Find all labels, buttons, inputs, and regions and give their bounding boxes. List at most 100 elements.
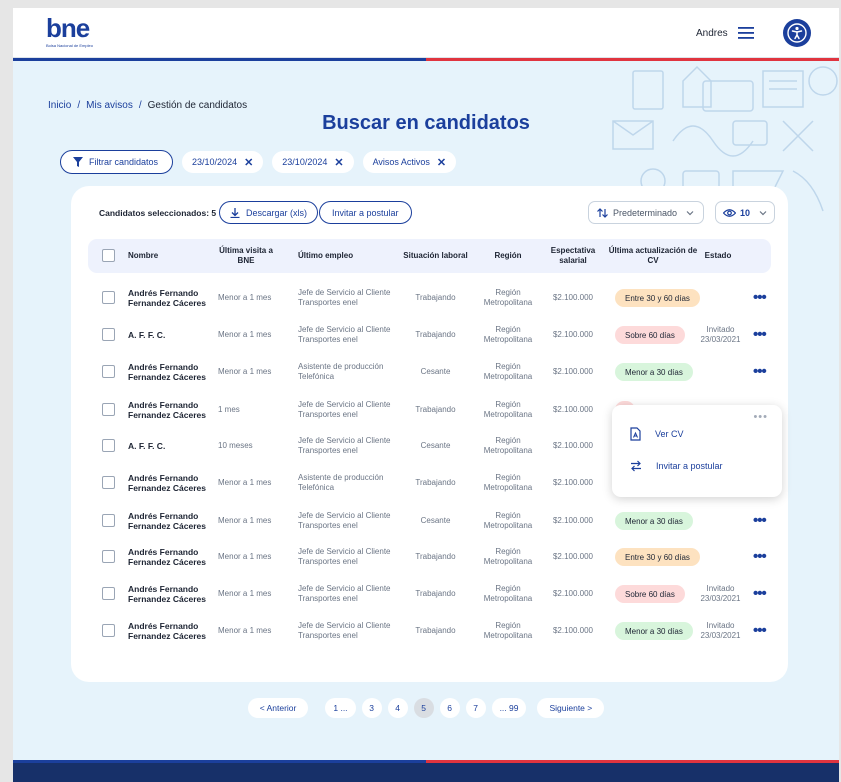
col-actualizacion-cv[interactable]: Última actualización de CV xyxy=(603,239,703,273)
candidate-name[interactable]: Andrés Fernando Fernandez Cáceres xyxy=(128,464,213,501)
page-numbers: 1 ... 3 4 5 6 7... 99 xyxy=(322,698,529,718)
more-options-icon[interactable]: ••• xyxy=(753,502,767,539)
accessibility-button[interactable] xyxy=(783,19,811,47)
candidate-name[interactable]: Andrés Fernando Fernandez Cáceres xyxy=(128,391,213,428)
last-visit: Menor a 1 mes xyxy=(218,625,272,635)
table-row[interactable]: Andrés Fernando Fernandez Cáceres Menor a… xyxy=(88,538,771,575)
col-situacion[interactable]: Situación laboral xyxy=(403,239,468,273)
region: Región Metropolitana xyxy=(483,287,533,307)
cv-update-badge: Menor a 30 días xyxy=(615,622,693,640)
sort-icon xyxy=(597,207,608,218)
row-checkbox[interactable] xyxy=(102,514,115,527)
user-name[interactable]: Andres xyxy=(696,28,728,39)
row-checkbox[interactable] xyxy=(102,439,115,452)
cv-update-badge: Entre 30 y 60 días xyxy=(615,548,700,566)
prev-page-button[interactable]: < Anterior xyxy=(247,698,309,718)
region: Región Metropolitana xyxy=(483,399,533,419)
more-options-icon[interactable]: ••• xyxy=(753,538,767,575)
more-options-icon[interactable]: ••• xyxy=(753,316,767,353)
candidate-name[interactable]: Andrés Fernando Fernandez Cáceres xyxy=(128,279,213,316)
filter-candidates-button[interactable]: Filtrar candidatos xyxy=(60,150,174,174)
close-icon[interactable]: ✕ xyxy=(244,156,253,169)
page-7-button[interactable]: ... 99 xyxy=(491,698,527,718)
salary-expectation: $2.100.000 xyxy=(552,404,594,414)
page-5-button[interactable]: 6 xyxy=(439,698,460,718)
row-checkbox[interactable] xyxy=(102,403,115,416)
col-ultima-visita[interactable]: Última visita a BNE xyxy=(211,239,281,273)
row-checkbox[interactable] xyxy=(102,476,115,489)
pagination: < Anterior 1 ... 3 4 5 6 7... 99 Siguiente > xyxy=(13,698,839,718)
selected-count: Candidatos seleccionados: 5 xyxy=(99,208,217,218)
invite-label: Invitar a postular xyxy=(332,207,399,218)
row-checkbox[interactable] xyxy=(102,587,115,600)
page-2-button[interactable]: 3 xyxy=(361,698,382,718)
row-checkbox[interactable] xyxy=(102,624,115,637)
candidate-name[interactable]: Andrés Fernando Fernandez Cáceres xyxy=(128,538,213,575)
col-estado[interactable]: Estado xyxy=(693,239,743,273)
row-actions-popup: ••• Ver CV Invitar a postular xyxy=(612,405,782,497)
last-job: Jefe de Servicio al Cliente Transportes … xyxy=(298,399,391,419)
more-options-icon[interactable]: ••• xyxy=(753,612,767,649)
region: Región Metropolitana xyxy=(483,510,533,530)
candidate-name[interactable]: Andrés Fernando Fernandez Cáceres xyxy=(128,575,213,612)
candidate-name[interactable]: A. F. F. C. xyxy=(128,427,213,464)
candidate-state: Invitado 23/03/2021 xyxy=(700,324,741,344)
row-checkbox[interactable] xyxy=(102,291,115,304)
breadcrumb-inicio[interactable]: Inicio xyxy=(48,100,71,111)
chevron-down-icon xyxy=(759,211,767,216)
table-row[interactable]: Andrés Fernando Fernandez Cáceres Menor a… xyxy=(88,502,771,539)
breadcrumb-mis-avisos[interactable]: Mis avisos xyxy=(86,100,133,111)
sort-select[interactable]: Predeterminado xyxy=(588,201,704,224)
filter-chip-date-from: 23/10/2024 ✕ xyxy=(182,151,264,173)
close-icon[interactable]: ✕ xyxy=(437,156,446,169)
last-job: Jefe de Servicio al Cliente Transportes … xyxy=(298,583,391,603)
last-visit: Menor a 1 mes xyxy=(218,292,272,302)
table-row[interactable]: Andrés Fernando Fernandez Cáceres Menor a… xyxy=(88,353,771,390)
table-row[interactable]: Andrés Fernando Fernandez Cáceres Menor a… xyxy=(88,279,771,316)
more-options-icon[interactable]: ••• xyxy=(753,411,768,423)
candidate-name[interactable]: Andrés Fernando Fernandez Cáceres xyxy=(128,502,213,539)
page-1-button[interactable]: 1 ... xyxy=(325,698,356,718)
next-page-button[interactable]: Siguiente > xyxy=(537,698,605,718)
col-nombre[interactable]: Nombre xyxy=(128,239,208,273)
chip-label: Avisos Activos xyxy=(372,157,430,167)
row-checkbox[interactable] xyxy=(102,365,115,378)
table-row[interactable]: Andrés Fernando Fernandez Cáceres Menor a… xyxy=(88,612,771,649)
region: Región Metropolitana xyxy=(483,583,533,603)
menu-item-invite[interactable]: Invitar a postular xyxy=(630,460,723,472)
filter-chip-active-ads: Avisos Activos ✕ xyxy=(362,151,457,173)
page-4-button[interactable]: 5 xyxy=(413,698,434,718)
page-6-button[interactable]: 7 xyxy=(465,698,486,718)
row-checkbox[interactable] xyxy=(102,550,115,563)
row-checkbox[interactable] xyxy=(102,328,115,341)
download-xls-button[interactable]: Descargar (xls) xyxy=(219,201,319,224)
close-icon[interactable]: ✕ xyxy=(334,156,343,169)
hamburger-menu-icon[interactable] xyxy=(738,26,754,40)
per-page-select[interactable]: 10 xyxy=(715,201,775,224)
last-job: Asistente de producción Telefónica xyxy=(298,472,384,492)
select-all-checkbox[interactable] xyxy=(102,249,115,262)
col-espectativa[interactable]: Espectativa salarial xyxy=(543,239,603,273)
bne-logo[interactable]: bne Bolsa Nacional de Empleo xyxy=(46,15,110,51)
more-options-icon[interactable]: ••• xyxy=(753,279,767,316)
candidate-name[interactable]: A. F. F. C. xyxy=(128,316,213,353)
col-ultimo-empleo[interactable]: Último empleo xyxy=(298,239,408,273)
candidate-name[interactable]: Andrés Fernando Fernandez Cáceres xyxy=(128,353,213,390)
more-options-icon[interactable]: ••• xyxy=(753,353,767,390)
candidate-name[interactable]: Andrés Fernando Fernandez Cáceres xyxy=(128,612,213,649)
cv-update-badge: Sobre 60 días xyxy=(615,585,685,603)
more-options-icon[interactable]: ••• xyxy=(753,575,767,612)
employment-status: Trabajando xyxy=(415,625,456,635)
page-3-button[interactable]: 4 xyxy=(387,698,408,718)
menu-item-view-cv[interactable]: Ver CV xyxy=(630,427,684,441)
col-region[interactable]: Región xyxy=(473,239,543,273)
invite-to-apply-button[interactable]: Invitar a postular xyxy=(319,201,412,224)
candidate-state: Invitado 23/03/2021 xyxy=(700,583,741,603)
last-visit: Menor a 1 mes xyxy=(218,515,272,525)
last-job: Jefe de Servicio al Cliente Transportes … xyxy=(298,510,391,530)
table-row[interactable]: A. F. F. C. Menor a 1 mes Jefe de Servicio… xyxy=(88,316,771,353)
last-job: Jefe de Servicio al Cliente Transportes … xyxy=(298,324,391,344)
last-job: Jefe de Servicio al Cliente Transportes … xyxy=(298,287,391,307)
filter-bar: Filtrar candidatos 23/10/2024 ✕ 23/10/202… xyxy=(60,150,457,174)
table-row[interactable]: Andrés Fernando Fernandez Cáceres Menor a… xyxy=(88,575,771,612)
